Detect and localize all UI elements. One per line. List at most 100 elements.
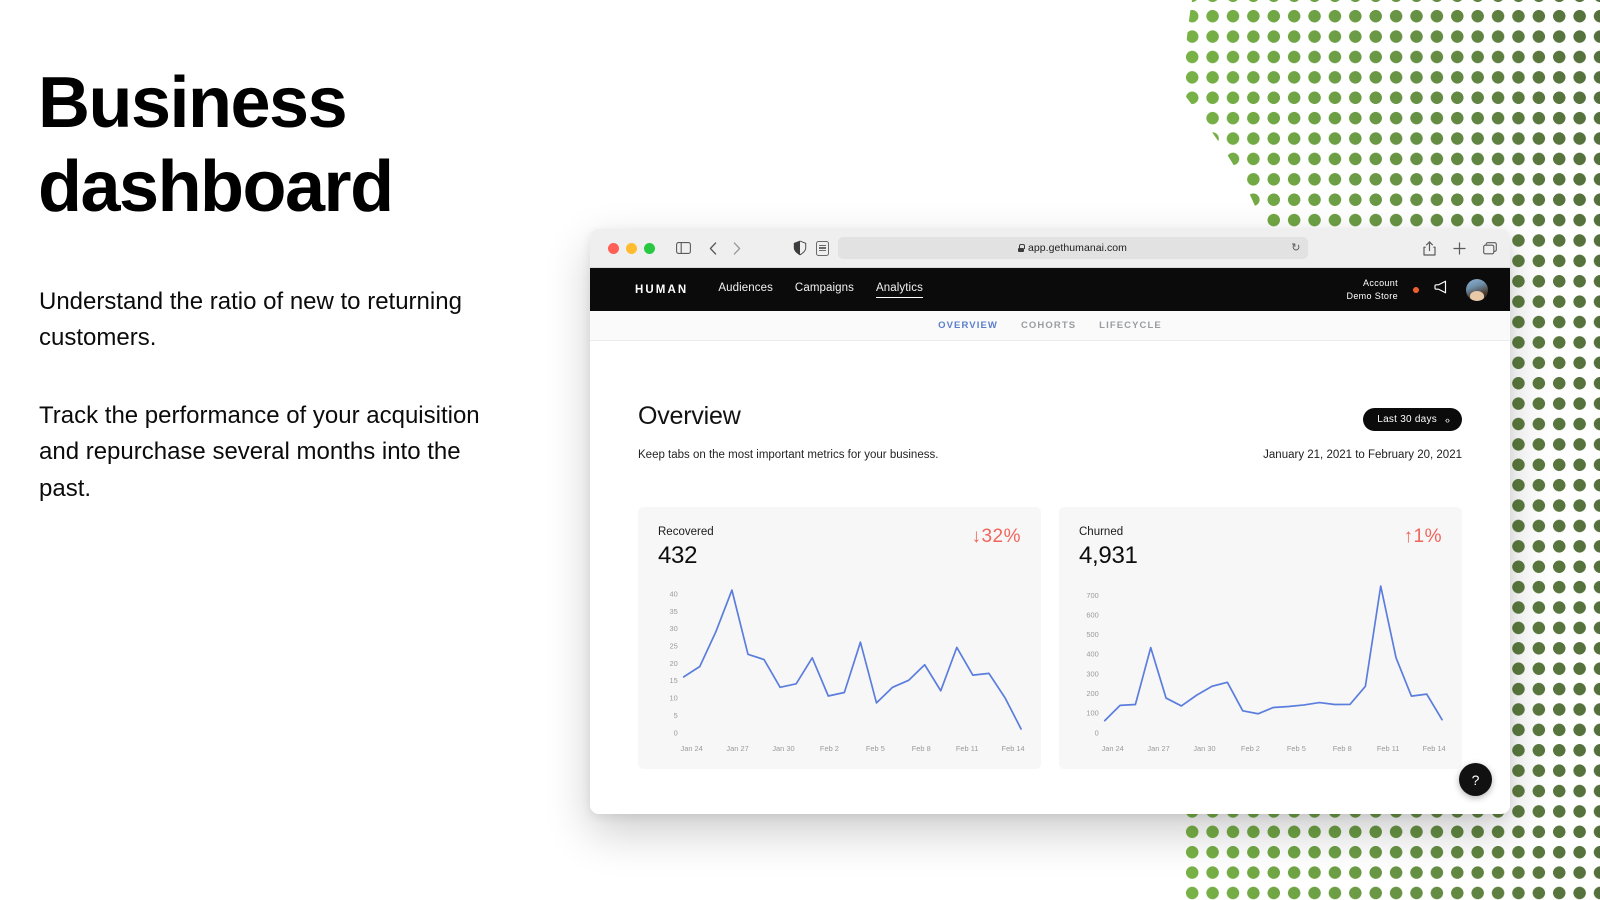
nav-arrows (709, 241, 741, 255)
card-delta-badge: ↑1% (1403, 526, 1442, 547)
avatar[interactable] (1466, 278, 1488, 301)
page-title-line-1: Business (38, 63, 348, 143)
page-title-line-2: dashboard (38, 146, 394, 227)
browser-window: app.gethumanai.com ↻ HUMAN Audiences Cam… (590, 229, 1510, 814)
account-store-name: Demo Store (1346, 290, 1398, 301)
svg-text:Jan 24: Jan 24 (1102, 744, 1124, 753)
reload-icon[interactable]: ↻ (1291, 241, 1300, 254)
svg-text:0: 0 (674, 728, 678, 737)
svg-text:Jan 27: Jan 27 (726, 744, 748, 753)
metric-card-recovered[interactable]: Recovered 432 ↓32% 0 5 10 15 20 25 30 35 40 Jan 2… (638, 507, 1041, 769)
svg-text:Feb 14: Feb 14 (1423, 744, 1446, 753)
nav-item-analytics[interactable]: Analytics (876, 282, 923, 298)
metric-cards: Recovered 432 ↓32% 0 5 10 15 20 25 30 35 40 Jan 2… (638, 507, 1462, 769)
svg-text:5: 5 (674, 711, 678, 720)
card-header: Recovered 432 ↓32% (658, 526, 1021, 570)
app-nav-right: Account Demo Store (1346, 277, 1488, 302)
page-root: Business dashboard Understand the ratio … (0, 0, 1600, 900)
svg-text:Feb 5: Feb 5 (1287, 744, 1306, 753)
svg-text:30: 30 (669, 624, 677, 633)
tab-cohorts[interactable]: COHORTS (1021, 320, 1076, 331)
card-delta-badge: ↓32% (971, 526, 1021, 547)
card-value: 4,931 (1079, 542, 1138, 569)
svg-text:10: 10 (669, 693, 677, 702)
lock-icon (1018, 244, 1025, 252)
svg-text:0: 0 (1095, 728, 1099, 737)
svg-text:Jan 30: Jan 30 (772, 744, 794, 753)
overview-title: Overview (638, 402, 741, 430)
svg-text:40: 40 (669, 589, 677, 598)
date-range-selector[interactable]: Last 30 days ‹› (1363, 408, 1462, 431)
window-controls (608, 242, 655, 254)
share-icon[interactable] (1423, 240, 1436, 256)
svg-text:Feb 11: Feb 11 (1377, 744, 1400, 753)
card-label: Recovered (658, 526, 714, 538)
app-nav-links: Audiences Campaigns Analytics (718, 282, 923, 298)
chart-churned: 0 100 200 300 400 500 600 700 Jan 24 Jan 27 Jan 30… (1071, 575, 1448, 759)
toolbar-right-actions (1423, 240, 1497, 256)
hero-paragraph-2: Track the performance of your acquisitio… (39, 402, 480, 502)
chevron-lr-icon: ‹› (1445, 414, 1450, 425)
svg-text:Feb 14: Feb 14 (1002, 744, 1025, 753)
svg-text:Jan 30: Jan 30 (1193, 744, 1215, 753)
address-bar[interactable]: app.gethumanai.com ↻ (837, 237, 1308, 259)
svg-text:600: 600 (1086, 610, 1098, 619)
minimize-window-icon[interactable] (626, 242, 637, 254)
svg-text:Feb 11: Feb 11 (956, 744, 979, 753)
new-tab-icon[interactable] (1453, 241, 1466, 255)
metric-card-churned[interactable]: Churned 4,931 ↑1% 0 100 200 300 400 500 600 700… (1059, 507, 1462, 769)
chart-recovered: 0 5 10 15 20 25 30 35 40 Jan 24 Jan 27 Jan 30 Feb 2 F… (650, 575, 1027, 759)
svg-text:700: 700 (1086, 591, 1098, 600)
tab-overview[interactable]: OVERVIEW (938, 320, 998, 331)
date-range-label: Last 30 days (1377, 414, 1437, 425)
app-logo[interactable]: HUMAN (635, 284, 688, 296)
back-icon[interactable] (709, 241, 717, 255)
help-button[interactable]: ? (1459, 763, 1492, 796)
main-content: Overview Keep tabs on the most important… (590, 341, 1510, 811)
hero-paragraph-1: Understand the ratio of new to returning… (39, 288, 462, 352)
overview-header: Overview Keep tabs on the most important… (638, 341, 1462, 461)
svg-text:Feb 2: Feb 2 (820, 744, 839, 753)
nav-item-audiences[interactable]: Audiences (718, 282, 773, 297)
svg-text:100: 100 (1086, 709, 1098, 718)
svg-text:300: 300 (1086, 669, 1098, 678)
card-header-left: Recovered 432 (658, 526, 714, 570)
close-window-icon[interactable] (608, 242, 619, 254)
svg-text:15: 15 (669, 676, 677, 685)
section-tabs: OVERVIEW COHORTS LIFECYCLE (590, 311, 1510, 341)
url-text: app.gethumanai.com (1028, 242, 1127, 254)
svg-text:35: 35 (669, 607, 677, 616)
svg-text:200: 200 (1086, 689, 1098, 698)
browser-toolbar: app.gethumanai.com ↻ (590, 229, 1510, 268)
overview-subtitle: Keep tabs on the most important metrics … (638, 449, 939, 461)
card-value: 432 (658, 542, 698, 569)
date-range-text: January 21, 2021 to February 20, 2021 (1263, 449, 1462, 461)
card-header-left: Churned 4,931 (1079, 526, 1138, 570)
account-switcher[interactable]: Account Demo Store (1346, 277, 1398, 302)
svg-text:Feb 8: Feb 8 (1333, 744, 1352, 753)
reader-view-icon[interactable] (815, 240, 829, 256)
svg-text:25: 25 (669, 641, 677, 650)
privacy-shield-icon[interactable] (793, 240, 807, 256)
announcements-megaphone-icon[interactable] (1434, 280, 1451, 299)
account-label: Account (1363, 278, 1398, 289)
overview-header-left: Overview Keep tabs on the most important… (638, 402, 938, 461)
app-navbar: HUMAN Audiences Campaigns Analytics Acco… (590, 268, 1510, 311)
svg-text:Jan 27: Jan 27 (1147, 744, 1169, 753)
svg-text:400: 400 (1086, 650, 1098, 659)
tab-lifecycle[interactable]: LIFECYCLE (1099, 320, 1162, 331)
card-header: Churned 4,931 ↑1% (1079, 526, 1442, 570)
sidebar-toggle-icon[interactable] (676, 242, 691, 254)
forward-icon[interactable] (733, 241, 741, 255)
svg-text:20: 20 (669, 659, 677, 668)
notification-dot-icon (1413, 286, 1419, 293)
maximize-window-icon[interactable] (644, 242, 655, 254)
page-title: Business dashboard (38, 62, 598, 229)
svg-text:Feb 8: Feb 8 (912, 744, 931, 753)
svg-text:Feb 5: Feb 5 (866, 744, 885, 753)
svg-text:Feb 2: Feb 2 (1241, 744, 1260, 753)
nav-item-campaigns[interactable]: Campaigns (795, 282, 854, 297)
svg-text:Jan 24: Jan 24 (681, 744, 703, 753)
tab-overview-icon[interactable] (1483, 241, 1497, 255)
card-label: Churned (1079, 526, 1124, 538)
